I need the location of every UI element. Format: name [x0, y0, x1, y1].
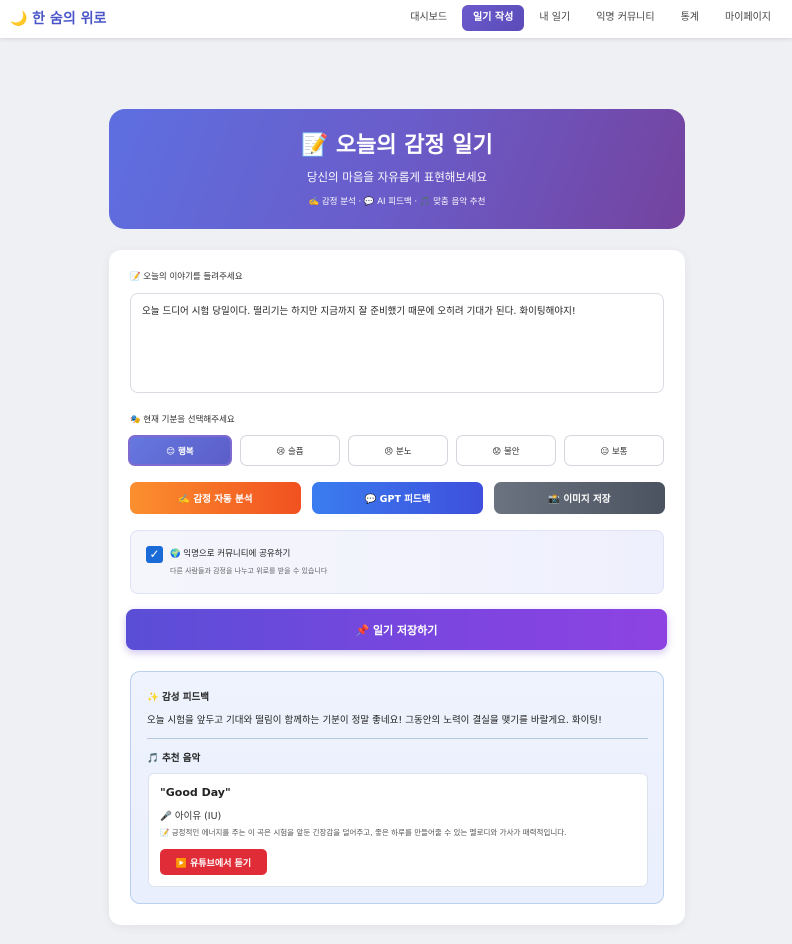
nav-write-diary[interactable]: 일기 작성: [462, 5, 525, 31]
feedback-panel: ✨ 감성 피드백 오늘 시험을 앞두고 기대와 떨림이 함께하는 기분이 정말 …: [130, 671, 664, 904]
music-card: "Good Day" 🎤 아이유 (IU) 📝 긍정적인 에너지를 주는 이 곡…: [148, 773, 648, 887]
top-navbar: 🌙 한 숨의 위로 대시보드 일기 작성 내 일기 익명 커뮤니티 통계 마이페…: [0, 0, 792, 38]
feedback-title: ✨ 감성 피드백: [147, 692, 210, 703]
mood-anxious-button[interactable]: 😟 불안: [456, 435, 556, 466]
mood-sad-button[interactable]: 😢 슬픔: [240, 435, 340, 466]
nav-stats[interactable]: 통계: [670, 5, 710, 31]
diary-form-card: 📝 오늘의 이야기를 들려주세요 오늘 드디어 시험 당일이다. 떨리기는 하지…: [109, 250, 685, 925]
share-checkbox[interactable]: ✓: [146, 546, 163, 563]
mood-options: 😊 행복 😢 슬픔 😠 분노 😟 불안 😐 보통: [128, 435, 664, 466]
page-title: 📝 오늘의 감정 일기: [300, 133, 494, 158]
song-description: 📝 긍정적인 에너지를 주는 이 곡은 시험을 앞둔 긴장감을 덜어주고, 좋은…: [160, 828, 567, 837]
mood-select-label: 🎭 현재 기분을 선택해주세요: [130, 415, 235, 425]
share-description: 다른 사람들과 감정을 나누고 위로를 받을 수 있습니다: [170, 567, 328, 575]
save-image-button[interactable]: 📸 이미지 저장: [494, 482, 665, 514]
feedback-text: 오늘 시험을 앞두고 기대와 떨림이 함께하는 기분이 정말 좋네요! 그동안의…: [147, 715, 602, 726]
music-recommend-title: 🎵 추천 음악: [147, 753, 201, 764]
mood-angry-button[interactable]: 😠 분노: [348, 435, 448, 466]
share-checkbox-label[interactable]: 🌍 익명으로 커뮤니티에 공유하기: [170, 547, 290, 559]
nav-community[interactable]: 익명 커뮤니티: [585, 5, 665, 31]
hero-subtitle: 당신의 마음을 자유롭게 표현해보세요: [306, 170, 488, 184]
song-title: "Good Day": [160, 786, 231, 799]
hero-banner: 📝 오늘의 감정 일기 당신의 마음을 자유롭게 표현해보세요 ✍️ 감정 분석…: [109, 109, 685, 229]
action-buttons: ✍️ 감정 자동 분석 💬 GPT 피드백 📸 이미지 저장: [130, 482, 665, 514]
diary-textarea[interactable]: 오늘 드디어 시험 당일이다. 떨리기는 하지만 지금까지 잘 준비했기 때문에…: [130, 293, 664, 393]
nav-my-diary[interactable]: 내 일기: [528, 5, 581, 31]
divider: [147, 738, 648, 739]
song-artist: 🎤 아이유 (IU): [160, 811, 222, 822]
emotion-analyze-button[interactable]: ✍️ 감정 자동 분석: [130, 482, 301, 514]
mood-happy-button[interactable]: 😊 행복: [128, 435, 232, 466]
nav-mypage[interactable]: 마이페이지: [714, 5, 782, 31]
youtube-listen-button[interactable]: ▶️ 유튜브에서 듣기: [160, 849, 267, 875]
brand-title: 🌙 한 숨의 위로: [10, 11, 107, 27]
nav-dashboard[interactable]: 대시보드: [399, 5, 458, 31]
gpt-feedback-button[interactable]: 💬 GPT 피드백: [312, 482, 483, 514]
share-option-box: ✓ 🌍 익명으로 커뮤니티에 공유하기 다른 사람들과 감정을 나누고 위로를 …: [130, 530, 664, 594]
brand-logo[interactable]: 🌙 한 숨의 위로: [10, 8, 106, 28]
mood-neutral-button[interactable]: 😐 보통: [564, 435, 664, 466]
main-nav: 대시보드 일기 작성 내 일기 익명 커뮤니티 통계 마이페이지: [399, 5, 782, 31]
hero-feature-tags: ✍️ 감정 분석 · 💬 AI 피드백 · 🎵 맞춤 음악 추천: [308, 197, 486, 207]
save-diary-button[interactable]: 📌 일기 저장하기: [126, 609, 667, 650]
diary-input-label: 📝 오늘의 이야기를 들려주세요: [130, 272, 243, 282]
